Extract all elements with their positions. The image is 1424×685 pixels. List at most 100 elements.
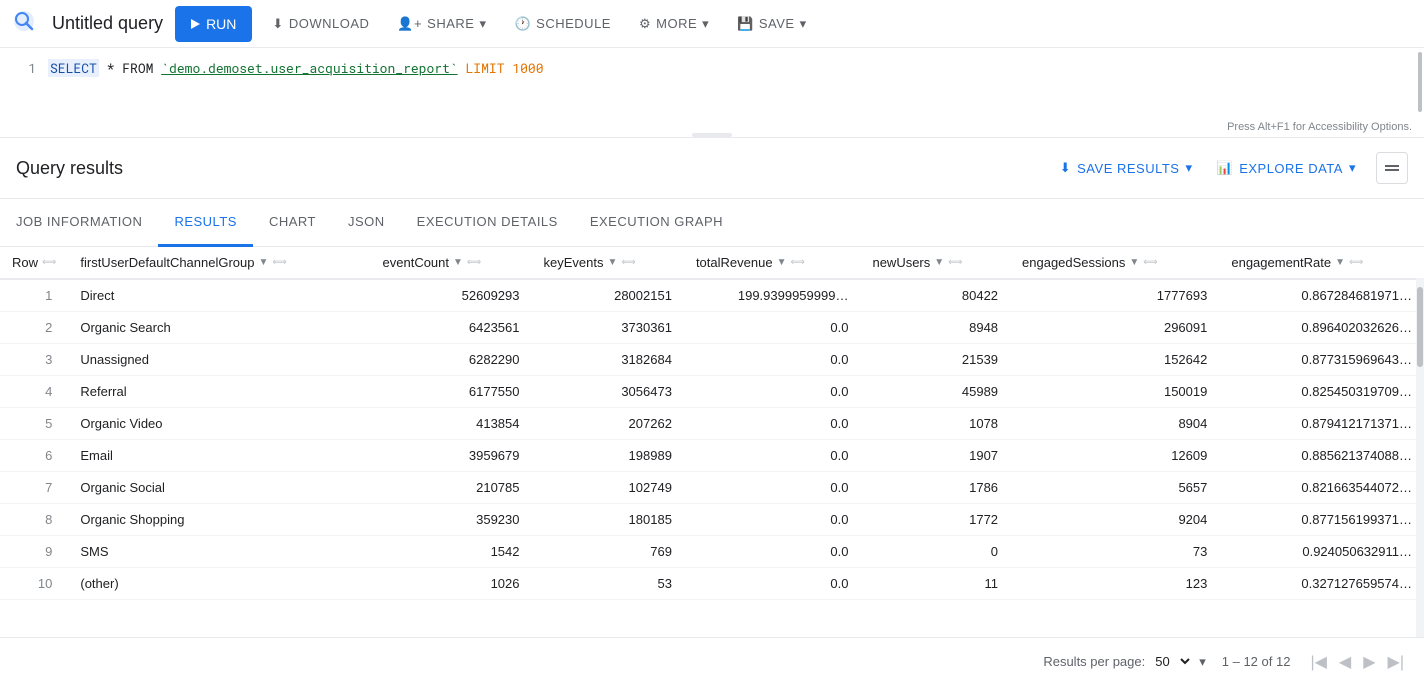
editor-line-1: 1 SELECT * FROM `demo.demoset.user_acqui… <box>0 56 1424 80</box>
cell-keyEvents: 3182684 <box>532 344 684 376</box>
col-totalRevenue-resize[interactable]: ⟺ <box>790 257 804 268</box>
table-row[interactable]: 8Organic Shopping3592301801850.017729204… <box>0 504 1424 536</box>
save-results-label: SAVE RESULTS <box>1077 161 1179 176</box>
tab-job-information-label: JOB INFORMATION <box>16 214 142 229</box>
table-scrollbar-thumb[interactable] <box>1417 287 1423 367</box>
collapse-button[interactable] <box>1376 152 1408 184</box>
cell-firstUserDefaultChannelGroup: Unassigned <box>68 344 370 376</box>
cell-newUsers: 1772 <box>860 504 1010 536</box>
editor-resize-handle[interactable] <box>692 133 732 137</box>
col-eventCount-sort-icon[interactable]: ▼ <box>453 257 463 268</box>
col-header-totalRevenue[interactable]: totalRevenue ▼ ⟺ <box>684 247 861 279</box>
col-engagedSessions-resize[interactable]: ⟺ <box>1143 257 1157 268</box>
tab-json-label: JSON <box>348 214 385 229</box>
cell-eventCount: 1026 <box>371 568 532 600</box>
more-button[interactable]: ⚙ MORE ▾ <box>631 6 717 42</box>
col-keyEvents-sort-icon[interactable]: ▼ <box>607 257 617 268</box>
save-results-button[interactable]: ⬇ SAVE RESULTS ▾ <box>1048 150 1205 186</box>
col-header-engagedSessions[interactable]: engagedSessions ▼ ⟺ <box>1010 247 1219 279</box>
schedule-button[interactable]: 🕐 SCHEDULE <box>506 6 618 42</box>
col-totalRevenue-sort-icon[interactable]: ▼ <box>777 257 787 268</box>
tabs-bar: JOB INFORMATION RESULTS CHART JSON EXECU… <box>0 199 1424 247</box>
editor-scrollbar[interactable] <box>1418 52 1422 112</box>
schedule-label: SCHEDULE <box>536 16 611 31</box>
col-header-newUsers[interactable]: newUsers ▼ ⟺ <box>860 247 1010 279</box>
cell-engagedSessions: 150019 <box>1010 376 1219 408</box>
table-row[interactable]: 6Email39596791989890.01907126090.8856213… <box>0 440 1424 472</box>
limit-value: 1000 <box>512 59 543 77</box>
table-row[interactable]: 7Organic Social2107851027490.0178656570.… <box>0 472 1424 504</box>
cell-row: 4 <box>0 376 68 408</box>
table-row[interactable]: 10(other)1026530.0111230.327127659574… <box>0 568 1424 600</box>
col-row-resize[interactable]: ⟺ <box>42 257 56 268</box>
next-page-button[interactable]: ▶ <box>1359 648 1379 676</box>
cell-row: 3 <box>0 344 68 376</box>
col-keyEvents-label: keyEvents <box>544 255 604 270</box>
cell-newUsers: 21539 <box>860 344 1010 376</box>
tab-execution-graph[interactable]: EXECUTION GRAPH <box>574 199 739 247</box>
cell-engagementRate: 0.327127659574… <box>1219 568 1424 600</box>
cell-engagedSessions: 12609 <box>1010 440 1219 472</box>
col-firstUser-sort-icon[interactable]: ▼ <box>259 257 269 268</box>
cell-eventCount: 6282290 <box>371 344 532 376</box>
cell-firstUserDefaultChannelGroup: Organic Video <box>68 408 370 440</box>
cell-eventCount: 1542 <box>371 536 532 568</box>
col-header-engagementRate[interactable]: engagementRate ▼ ⟺ <box>1219 247 1424 279</box>
col-newUsers-sort-icon[interactable]: ▼ <box>934 257 944 268</box>
cell-engagedSessions: 73 <box>1010 536 1219 568</box>
tab-chart[interactable]: CHART <box>253 199 332 247</box>
cell-engagementRate: 0.867284681971… <box>1219 279 1424 312</box>
gear-icon: ⚙ <box>639 16 651 32</box>
cell-engagedSessions: 296091 <box>1010 312 1219 344</box>
table-row[interactable]: 4Referral617755030564730.0459891500190.8… <box>0 376 1424 408</box>
tab-json[interactable]: JSON <box>332 199 401 247</box>
keyword-limit: LIMIT <box>466 59 505 77</box>
col-newUsers-resize[interactable]: ⟺ <box>948 257 962 268</box>
cell-engagementRate: 0.825450319709… <box>1219 376 1424 408</box>
prev-page-button[interactable]: ◀ <box>1335 648 1355 676</box>
table-row[interactable]: 2Organic Search642356137303610.089482960… <box>0 312 1424 344</box>
col-header-keyEvents[interactable]: keyEvents ▼ ⟺ <box>532 247 684 279</box>
col-header-eventCount[interactable]: eventCount ▼ ⟺ <box>371 247 532 279</box>
cell-newUsers: 1786 <box>860 472 1010 504</box>
cell-keyEvents: 769 <box>532 536 684 568</box>
tab-job-information[interactable]: JOB INFORMATION <box>16 199 158 247</box>
cell-eventCount: 6177550 <box>371 376 532 408</box>
table-row[interactable]: 5Organic Video4138542072620.0107889040.8… <box>0 408 1424 440</box>
col-engagedSessions-sort-icon[interactable]: ▼ <box>1129 257 1139 268</box>
code-rest: * FROM <box>99 59 161 77</box>
col-firstUser-resize[interactable]: ⟺ <box>272 257 286 268</box>
col-header-firstUserDefaultChannelGroup[interactable]: firstUserDefaultChannelGroup ▼ ⟺ <box>68 247 370 279</box>
first-page-button[interactable]: |◀ <box>1306 648 1330 676</box>
last-page-button[interactable]: ▶| <box>1384 648 1408 676</box>
download-button[interactable]: ⬇ DOWNLOAD <box>264 6 377 42</box>
per-page-select[interactable]: 50 100 200 <box>1151 653 1193 670</box>
code-space <box>458 59 466 77</box>
table-container[interactable]: Row ⟺ firstUserDefaultChannelGroup ▼ ⟺ <box>0 247 1424 637</box>
cell-totalRevenue: 0.0 <box>684 408 861 440</box>
tab-chart-label: CHART <box>269 214 316 229</box>
tab-execution-details[interactable]: EXECUTION DETAILS <box>401 199 574 247</box>
cell-row: 9 <box>0 536 68 568</box>
col-engagementRate-sort-icon[interactable]: ▼ <box>1335 257 1345 268</box>
table-row[interactable]: 3Unassigned628229031826840.0215391526420… <box>0 344 1424 376</box>
save-results-chevron-icon: ▾ <box>1185 160 1192 176</box>
col-engagementRate-resize[interactable]: ⟺ <box>1349 257 1363 268</box>
bigquery-logo-icon[interactable] <box>12 9 36 39</box>
col-keyEvents-resize[interactable]: ⟺ <box>621 257 635 268</box>
col-eventCount-resize[interactable]: ⟺ <box>467 257 481 268</box>
cell-keyEvents: 3056473 <box>532 376 684 408</box>
col-row-label: Row <box>12 255 38 270</box>
save-button[interactable]: 💾 SAVE ▾ <box>729 6 814 42</box>
top-bar: Untitled query RUN ⬇ DOWNLOAD 👤+ SHARE ▾… <box>0 0 1424 48</box>
cell-keyEvents: 102749 <box>532 472 684 504</box>
share-button[interactable]: 👤+ SHARE ▾ <box>389 6 494 42</box>
run-button[interactable]: RUN <box>175 6 252 42</box>
tab-results[interactable]: RESULTS <box>158 199 253 247</box>
per-page-chevron-icon: ▾ <box>1199 654 1206 670</box>
table-row[interactable]: 1Direct5260929328002151199.9399959999…80… <box>0 279 1424 312</box>
editor-area[interactable]: 1 SELECT * FROM `demo.demoset.user_acqui… <box>0 48 1424 138</box>
table-row[interactable]: 9SMS15427690.00730.924050632911… <box>0 536 1424 568</box>
explore-data-button[interactable]: 📊 EXPLORE DATA ▾ <box>1205 150 1369 186</box>
cell-firstUserDefaultChannelGroup: Referral <box>68 376 370 408</box>
